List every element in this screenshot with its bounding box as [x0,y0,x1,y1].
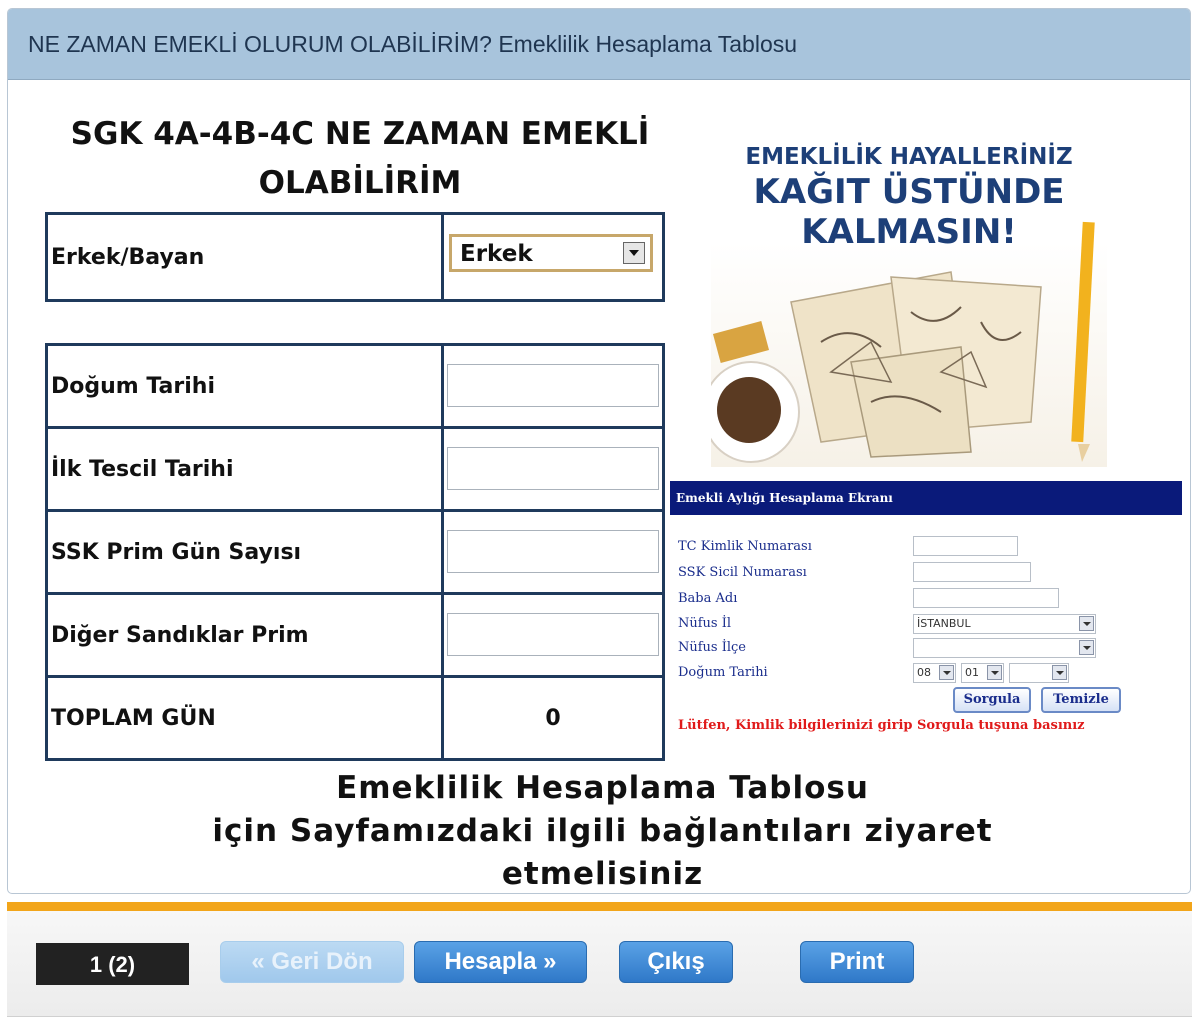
clear-button[interactable]: Temizle [1041,687,1121,713]
gender-select-value: Erkek [460,241,533,267]
table-row: İlk Tescil Tarihi [45,426,665,512]
total-days-label: TOPLAM GÜN [45,675,444,761]
page-title: NE ZAMAN EMEKLİ OLURUM OLABİLİRİM? Emekl… [28,30,798,57]
print-button[interactable]: Print [800,941,914,983]
ssk-premium-days-input[interactable] [447,530,659,573]
form-title-line-2: OLABİLİRİM [258,165,462,201]
table-row: SSK Prim Gün Sayısı [45,509,665,595]
chevron-down-icon[interactable] [1052,665,1067,680]
father-name-input[interactable] [913,588,1059,608]
input-table: Doğum Tarihi İlk Tescil Tarihi SSK Prim … [45,343,665,761]
tc-id-label: TC Kimlik Numarası [678,539,812,554]
other-funds-premium-label: Diğer Sandıklar Prim [45,592,444,678]
calculate-button[interactable]: Hesapla » [414,941,587,983]
chevron-down-icon[interactable] [1079,640,1094,655]
registry-district-select[interactable] [913,638,1096,658]
other-funds-premium-input[interactable] [447,613,659,656]
gender-table: Erkek/Bayan Erkek [45,212,665,302]
first-registration-label: İlk Tescil Tarihi [45,426,444,512]
chevron-down-icon[interactable] [939,665,954,680]
birth-date-input[interactable] [447,364,659,407]
mini-birth-date-label: Doğum Tarihi [678,665,768,680]
back-button[interactable]: « Geri Dön [220,941,404,983]
promo-line-1: Emeklilik Hesaplama Tablosu [336,770,869,806]
chevron-down-icon[interactable] [987,665,1002,680]
retirement-ad-banner: EMEKLİLİK HAYALLERİNİZ KAĞIT ÜSTÜNDE KAL… [711,122,1107,467]
exit-button[interactable]: Çıkış [619,941,733,983]
instruction-note: Lütfen, Kimlik bilgilerinizi girip Sorgu… [678,718,1085,733]
ssk-register-label: SSK Sicil Numarası [678,565,807,580]
other-funds-premium-cell [441,592,665,678]
gender-label: Erkek/Bayan [45,212,444,302]
father-name-label: Baba Adı [678,591,738,606]
form-title-line-1: SGK 4A-4B-4C NE ZAMAN EMEKLİ [70,116,650,152]
query-button[interactable]: Sorgula [953,687,1031,713]
chevron-down-icon[interactable] [623,242,645,264]
birth-month-value: 01 [965,666,979,679]
gender-select[interactable]: Erkek [449,234,653,272]
footer-divider [7,902,1192,911]
birth-date-label: Doğum Tarihi [45,343,444,429]
panel-header: NE ZAMAN EMEKLİ OLURUM OLABİLİRİM? Emekl… [8,9,1190,80]
ssk-register-input[interactable] [913,562,1031,582]
birth-day-select[interactable]: 08 [913,663,956,683]
sketch-papers-illustration [711,221,1095,463]
total-days-value: 0 [441,675,665,761]
page-indicator: 1 (2) [36,943,189,985]
birth-day-value: 08 [917,666,931,679]
mini-form-header: Emekli Aylığı Hesaplama Ekranı [670,481,1182,515]
tc-id-input[interactable] [913,536,1018,556]
registry-city-value: İSTANBUL [917,617,971,630]
first-registration-input[interactable] [447,447,659,490]
registry-city-label: Nüfus İl [678,616,732,631]
gender-cell: Erkek [441,212,665,302]
table-row: Diğer Sandıklar Prim [45,592,665,678]
ssk-premium-days-label: SSK Prim Gün Sayısı [45,509,444,595]
registry-city-select[interactable]: İSTANBUL [913,614,1096,634]
gender-row: Erkek/Bayan Erkek [45,212,665,302]
promo-line-2: için Sayfamızdaki ilgili bağlantıları zi… [212,813,993,849]
birth-month-select[interactable]: 01 [961,663,1004,683]
form-title: SGK 4A-4B-4C NE ZAMAN EMEKLİ OLABİLİRİM [55,110,665,208]
registry-district-label: Nüfus İlçe [678,640,747,655]
birth-date-cell [441,343,665,429]
first-registration-cell [441,426,665,512]
promo-line-3: etmelisiniz [501,856,704,892]
ssk-premium-days-cell [441,509,665,595]
chevron-down-icon[interactable] [1079,616,1094,631]
table-row: TOPLAM GÜN 0 [45,675,665,761]
birth-year-select[interactable] [1009,663,1069,683]
table-row: Doğum Tarihi [45,343,665,429]
promo-text: Emeklilik Hesaplama Tablosu için Sayfamı… [60,767,1145,896]
pension-calculation-screen: Emekli Aylığı Hesaplama Ekranı TC Kimlik… [670,481,1182,745]
